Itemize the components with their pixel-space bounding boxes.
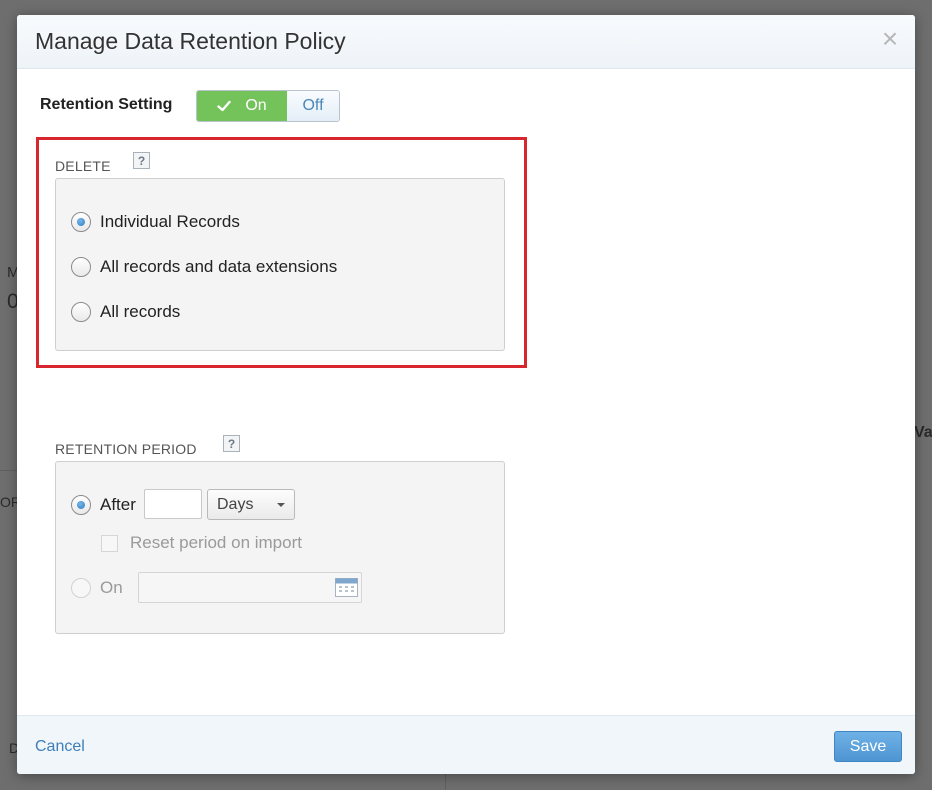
radio-label: After bbox=[100, 495, 136, 514]
retention-policy-dialog: Manage Data Retention Policy × Retention… bbox=[17, 15, 915, 774]
period-option-on[interactable]: On bbox=[71, 578, 123, 598]
background-divider bbox=[0, 470, 17, 471]
toggle-off-label: Off bbox=[302, 97, 324, 114]
on-date-input[interactable] bbox=[138, 572, 362, 603]
after-amount-input[interactable] bbox=[144, 489, 202, 519]
cancel-button[interactable]: Cancel bbox=[35, 738, 85, 756]
background-divider bbox=[445, 774, 446, 790]
calendar-icon[interactable] bbox=[335, 578, 358, 597]
reset-period-checkbox-row[interactable]: Reset period on import bbox=[101, 533, 302, 553]
radio-label: On bbox=[100, 578, 123, 597]
period-unit-select[interactable]: Days bbox=[207, 489, 295, 520]
radio-button[interactable] bbox=[71, 578, 91, 598]
check-icon bbox=[217, 100, 232, 112]
period-option-after[interactable]: After bbox=[71, 495, 136, 515]
retention-toggle[interactable]: On Off bbox=[196, 90, 340, 122]
retention-period-label: RETENTION PERIOD bbox=[55, 441, 197, 457]
dialog-header: Manage Data Retention Policy × bbox=[17, 15, 915, 69]
reset-period-checkbox[interactable] bbox=[101, 534, 118, 552]
background-fragment: Val bbox=[914, 424, 932, 441]
period-unit-value: Days bbox=[217, 495, 254, 513]
radio-button[interactable] bbox=[71, 495, 91, 515]
reset-period-label: Reset period on import bbox=[130, 533, 302, 552]
dialog-title: Manage Data Retention Policy bbox=[35, 28, 346, 54]
retention-setting-label: Retention Setting bbox=[40, 96, 173, 113]
dialog-footer: Cancel Save bbox=[17, 715, 915, 774]
chevron-down-icon bbox=[277, 503, 285, 507]
toggle-on-option[interactable]: On bbox=[197, 91, 287, 121]
close-icon[interactable]: × bbox=[879, 25, 901, 53]
toggle-on-label: On bbox=[245, 97, 267, 114]
save-button[interactable]: Save bbox=[834, 731, 902, 762]
retention-period-help-icon[interactable]: ? bbox=[223, 435, 240, 452]
highlight-box bbox=[36, 137, 527, 368]
toggle-off-option[interactable]: Off bbox=[287, 91, 339, 121]
